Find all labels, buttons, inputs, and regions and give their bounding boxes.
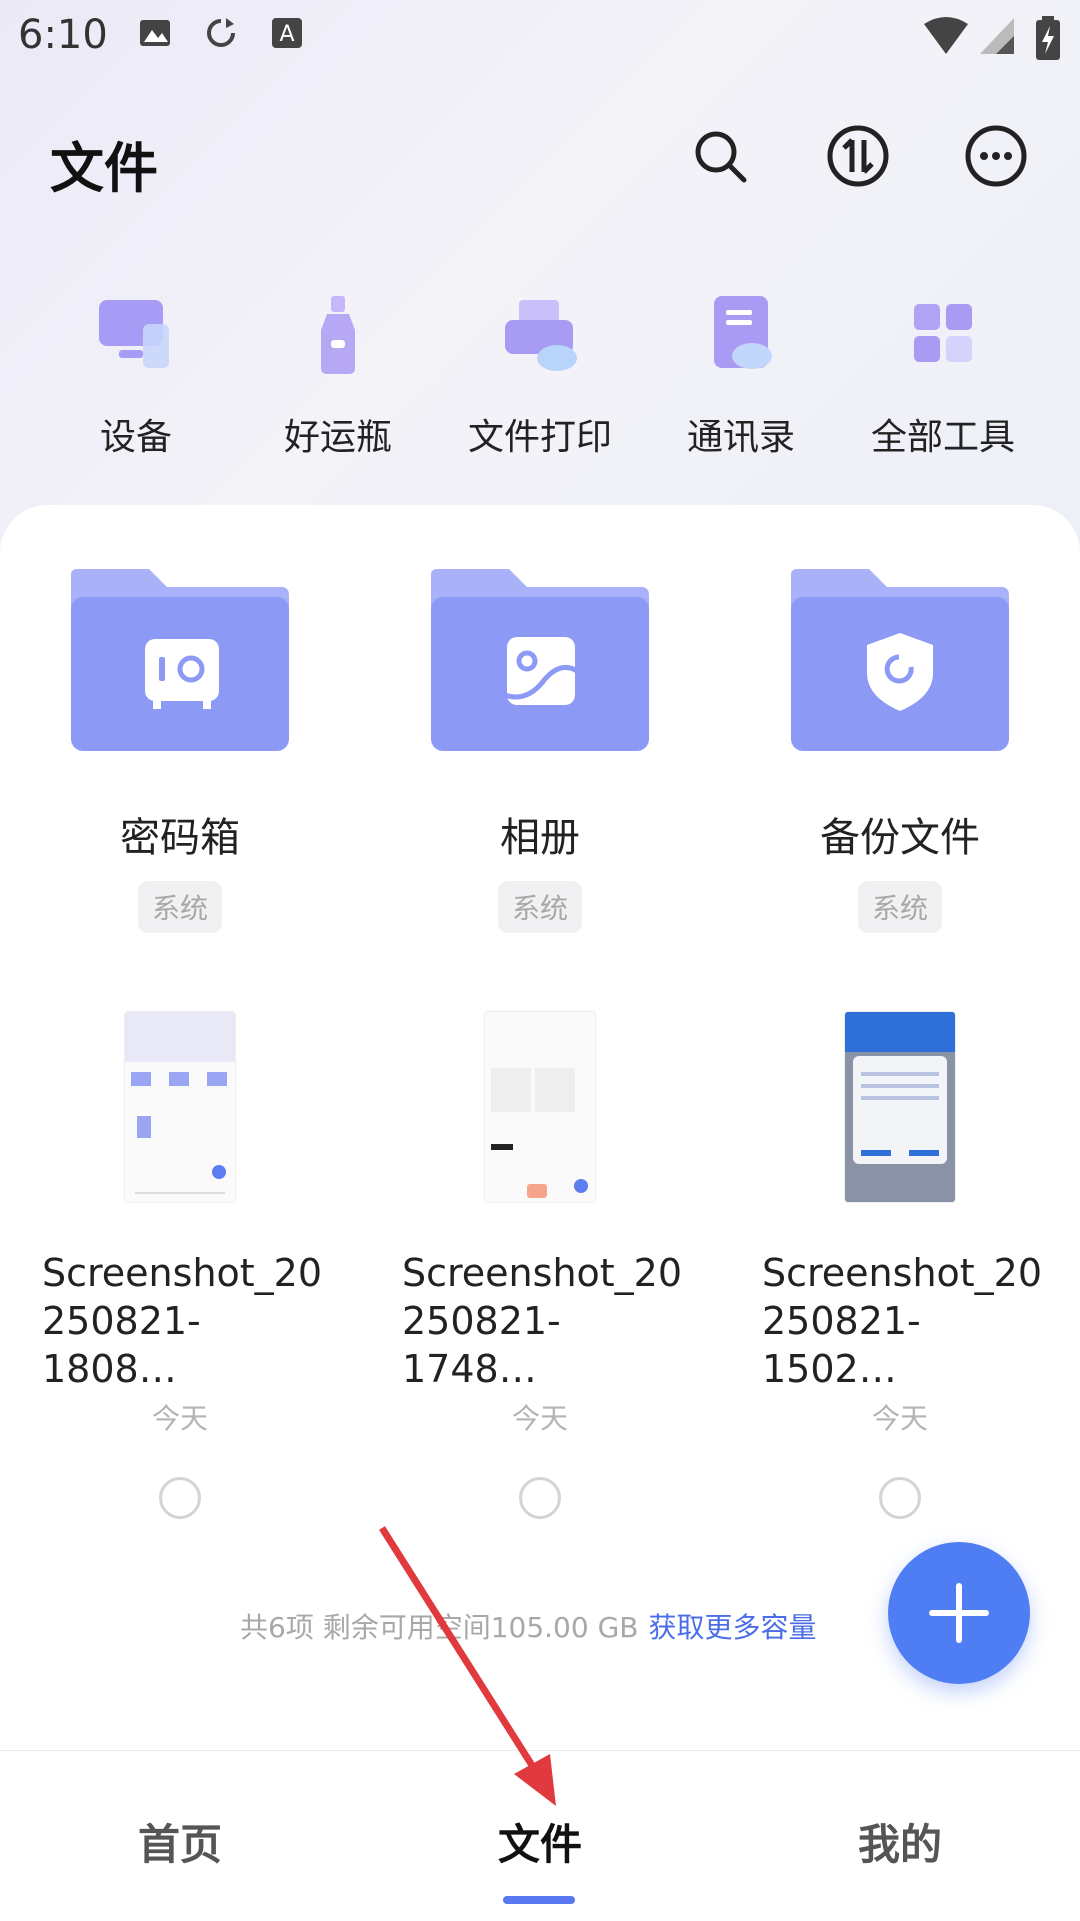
- tool-file-print[interactable]: 文件打印: [440, 290, 640, 460]
- select-radio[interactable]: [519, 1477, 561, 1519]
- screenshot-thumbnail: [484, 1011, 596, 1203]
- active-tab-indicator: [503, 1896, 575, 1904]
- system-tag: 系统: [137, 881, 222, 933]
- folder-password-box[interactable]: 密码箱 系统: [30, 561, 330, 933]
- system-tag: 系统: [857, 881, 942, 933]
- more-icon[interactable]: [964, 124, 1028, 188]
- search-icon[interactable]: [688, 124, 752, 188]
- gallery-icon: [140, 20, 170, 46]
- file-date: 今天: [151, 1402, 208, 1435]
- printer-icon: [505, 300, 577, 371]
- file-item[interactable]: Screenshot_20 250821-1808… 今天: [30, 1011, 330, 1519]
- file-name: Screenshot_20 250821-1502…: [762, 1251, 1043, 1391]
- tool-contacts[interactable]: 通讯录: [641, 290, 841, 460]
- page-title: 文件: [50, 137, 158, 200]
- safe-icon: [145, 639, 219, 709]
- folder-icon: [791, 569, 1009, 751]
- svg-text:A: A: [279, 22, 294, 47]
- plus-icon: [929, 1583, 989, 1643]
- header-background: [0, 0, 1080, 560]
- tool-all-tools[interactable]: 全部工具: [843, 290, 1043, 460]
- file-item[interactable]: Screenshot_20 250821-1502… 今天: [750, 1011, 1050, 1519]
- tools-row: 设备 好运瓶 文件打印 通讯录 全部工具: [0, 290, 1080, 458]
- system-tag: 系统: [497, 881, 582, 933]
- get-more-storage-link[interactable]: 获取更多容量: [649, 1611, 817, 1644]
- select-radio[interactable]: [159, 1477, 201, 1519]
- nav-home[interactable]: 首页: [80, 1811, 280, 1872]
- folder-icon: [431, 569, 649, 751]
- contacts-icon: [714, 296, 772, 369]
- nav-files[interactable]: 文件: [440, 1811, 640, 1872]
- screenshot-thumbnail: [124, 1011, 236, 1203]
- keyboard-a-icon: A: [272, 18, 302, 48]
- bottle-icon: [321, 296, 355, 374]
- monitor-icon: [99, 300, 169, 368]
- select-radio[interactable]: [879, 1477, 921, 1519]
- status-bar: 6:10 A: [0, 0, 1080, 72]
- screenshot-thumbnail: [844, 1011, 956, 1203]
- grid-icon: [914, 304, 972, 362]
- file-date: 今天: [511, 1402, 568, 1435]
- file-item[interactable]: Screenshot_20 250821-1748… 今天: [390, 1011, 690, 1519]
- file-name: Screenshot_20 250821-1808…: [42, 1251, 323, 1391]
- storage-text: 共6项 剩余可用空间105.00 GB: [240, 1611, 639, 1644]
- wifi-icon: [924, 17, 968, 54]
- folder-icon: [71, 569, 289, 751]
- nav-mine[interactable]: 我的: [800, 1811, 1000, 1872]
- signal-icon: [980, 18, 1014, 54]
- add-button[interactable]: [888, 1542, 1030, 1684]
- transfer-icon[interactable]: [826, 124, 890, 188]
- tool-lucky-bottle[interactable]: 好运瓶: [238, 290, 438, 460]
- file-date: 今天: [871, 1402, 928, 1435]
- file-name: Screenshot_20 250821-1748…: [402, 1251, 683, 1391]
- sync-icon: [207, 18, 235, 47]
- storage-summary: 共6项 剩余可用空间105.00 GB 获取更多容量: [240, 1606, 817, 1646]
- tool-devices[interactable]: 设备: [36, 290, 236, 460]
- folder-album[interactable]: 相册 系统: [390, 561, 690, 933]
- bottom-nav: 首页 文件 我的: [0, 1750, 1080, 1921]
- status-time: 6:10: [18, 12, 108, 58]
- battery-icon: [1036, 16, 1060, 60]
- folder-backup[interactable]: 备份文件 系统: [750, 561, 1050, 933]
